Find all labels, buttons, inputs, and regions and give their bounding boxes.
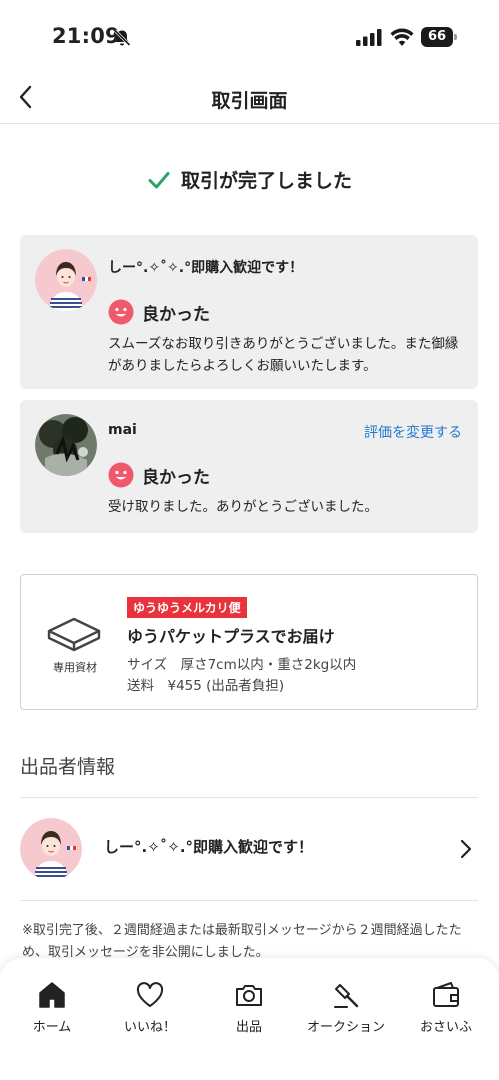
complete-text: 取引が完了しました bbox=[180, 170, 352, 192]
nav-auction-label: オークション bbox=[306, 1020, 385, 1035]
avatar-illustration-icon bbox=[35, 249, 97, 311]
nav-like-label: いいね！ bbox=[123, 1020, 176, 1035]
nav-wallet[interactable]: おさいふ bbox=[401, 980, 491, 1035]
heart-icon bbox=[136, 982, 164, 1007]
battery-indicator: 66 bbox=[421, 27, 457, 47]
review-comment: 受け取りました。ありがとうございました。 bbox=[108, 499, 378, 515]
nav-like[interactable]: いいね！ bbox=[105, 980, 195, 1035]
review-card-buyer: mai 評価を変更する 良かった 受け取りました。ありがとうございました。 bbox=[20, 400, 478, 533]
header: 取引画面 bbox=[0, 72, 499, 124]
seller-section-title: 出品者情報 bbox=[20, 756, 116, 778]
avatar-illustration-icon bbox=[20, 818, 82, 880]
home-icon bbox=[39, 982, 65, 1008]
battery-level: 66 bbox=[421, 27, 453, 47]
cellular-signal-icon bbox=[356, 29, 382, 46]
shipping-info: 専用資材 ゆうゆうメルカリ便 ゆうパケットプラスでお届け サイズ 厚さ7cm以内… bbox=[20, 574, 478, 710]
bell-muted-icon bbox=[113, 29, 131, 47]
rating-label: 良かった bbox=[142, 304, 210, 325]
package-icon bbox=[47, 617, 101, 652]
transaction-complete: 取引が完了しました bbox=[0, 166, 499, 193]
avatar-photo-icon bbox=[35, 414, 97, 476]
shipping-size: サイズ 厚さ7cm以内・重さ2kg以内 bbox=[127, 657, 357, 673]
seller-name: しー°.✧˚✧.°即購入歓迎です！ bbox=[104, 838, 314, 856]
reviewer-name: しー°.✧˚✧.°即購入歓迎です！ bbox=[108, 260, 304, 276]
seller-avatar bbox=[20, 818, 82, 880]
package-label: 専用資材 bbox=[53, 661, 97, 674]
nav-sell[interactable]: 出品 bbox=[204, 980, 294, 1035]
shipping-badge: ゆうゆうメルカリ便 bbox=[127, 597, 247, 618]
seller-profile-link[interactable]: しー°.✧˚✧.°即購入歓迎です！ bbox=[0, 798, 499, 900]
rating: 良かった bbox=[108, 299, 210, 325]
battery-tip bbox=[454, 34, 457, 40]
status-bar: 21:09 66 bbox=[0, 0, 499, 72]
gavel-icon bbox=[334, 984, 359, 1008]
nav-home[interactable]: ホーム bbox=[7, 980, 97, 1035]
page-title: 取引画面 bbox=[211, 90, 288, 112]
rating-label: 良かった bbox=[142, 467, 210, 488]
review-card-seller: しー°.✧˚✧.°即購入歓迎です！ 良かった スムーズなお取り引きありがとうござ… bbox=[20, 235, 478, 389]
smile-icon bbox=[108, 462, 134, 488]
status-time: 21:09 bbox=[52, 24, 120, 48]
nav-auction[interactable]: オークション bbox=[301, 980, 391, 1035]
nav-home-label: ホーム bbox=[32, 1020, 72, 1035]
bottom-navigation: ホーム いいね！ 出品 オークション おさいふ bbox=[0, 958, 499, 1080]
seller-avatar[interactable] bbox=[35, 249, 97, 311]
change-rating-link[interactable]: 評価を変更する bbox=[364, 422, 462, 442]
smile-icon bbox=[108, 299, 134, 325]
review-comment: スムーズなお取り引きありがとうございました。また御縁がありましたらよろしくお願い… bbox=[108, 336, 459, 374]
wallet-icon bbox=[433, 982, 459, 1007]
shipping-method: ゆうパケットプラスでお届け bbox=[127, 627, 335, 646]
check-icon bbox=[148, 171, 170, 188]
camera-icon bbox=[236, 985, 262, 1006]
shipping-fee: 送料 ¥455 (出品者負担) bbox=[127, 678, 285, 694]
nav-wallet-label: おさいふ bbox=[419, 1020, 472, 1035]
buyer-avatar[interactable] bbox=[35, 414, 97, 476]
rating: 良かった bbox=[108, 462, 210, 488]
chevron-right-icon bbox=[460, 839, 472, 859]
wifi-icon bbox=[390, 28, 414, 46]
nav-sell-label: 出品 bbox=[235, 1020, 262, 1035]
divider bbox=[20, 900, 478, 901]
reviewer-name: mai bbox=[108, 422, 137, 438]
